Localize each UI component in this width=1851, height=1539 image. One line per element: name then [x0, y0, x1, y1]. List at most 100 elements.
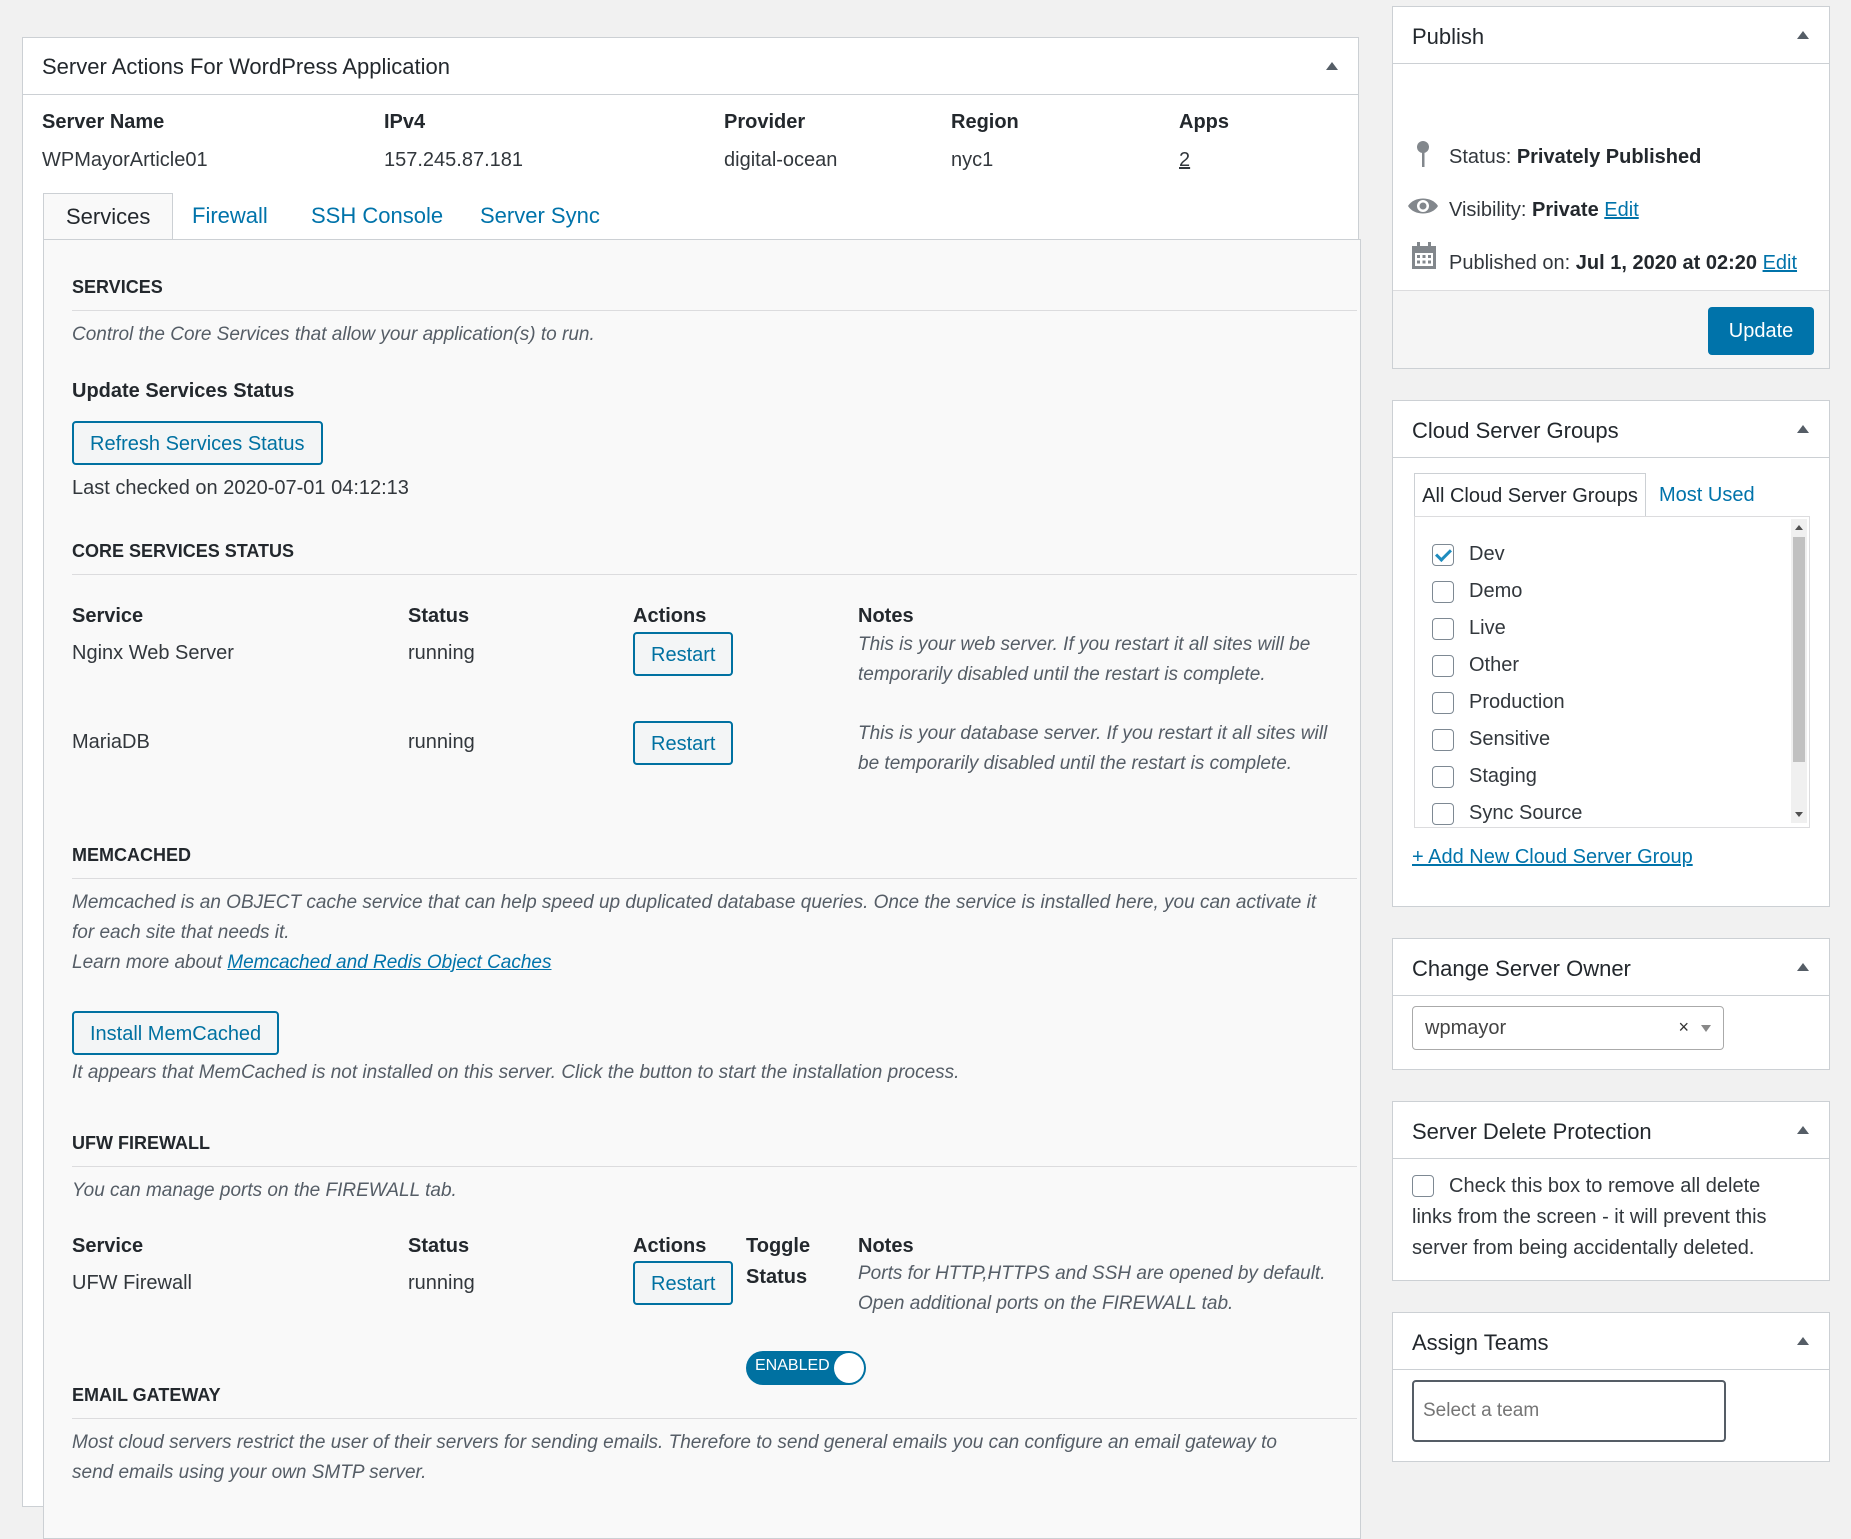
ufw-note-line2: Open additional ports on the FIREWALL ta…	[858, 1293, 1234, 1314]
ufw-service-status: running	[408, 1272, 475, 1294]
nginx-note-line2: temporarily disabled until the restart i…	[858, 664, 1266, 685]
clear-icon[interactable]: ×	[1678, 1017, 1689, 1038]
core-header-notes: Notes	[858, 605, 914, 627]
provider-value: digital-ocean	[724, 149, 838, 171]
col-header-server-name: Server Name	[42, 111, 165, 133]
group-checkbox[interactable]	[1432, 581, 1454, 603]
team-placeholder: Select a team	[1423, 1400, 1540, 1421]
restart-ufw-button[interactable]: Restart	[633, 1261, 734, 1305]
group-label: Production	[1469, 691, 1565, 713]
teams-title: Assign Teams	[1412, 1330, 1549, 1355]
ufw-header-service: Service	[72, 1235, 144, 1257]
published-edit-link[interactable]: Edit	[1763, 252, 1797, 274]
scroll-down-icon[interactable]	[1795, 812, 1803, 817]
tab-firewall[interactable]: Firewall	[192, 193, 268, 239]
delete-protection-checkbox[interactable]	[1412, 1175, 1434, 1197]
assign-teams-box: Assign Teams Select a team	[1392, 1312, 1830, 1462]
group-checkbox[interactable]	[1432, 618, 1454, 640]
published-on-row: Published on: Jul 1, 2020 at 02:20 Edit	[1449, 252, 1797, 275]
install-memcached-button[interactable]: Install MemCached	[72, 1011, 280, 1055]
collapse-toggle-icon[interactable]	[1326, 62, 1338, 70]
group-label: Other	[1469, 654, 1520, 676]
col-header-provider: Provider	[724, 111, 806, 133]
update-button[interactable]: Update	[1708, 307, 1814, 355]
toggle-knob	[834, 1353, 864, 1383]
region-value: nyc1	[951, 149, 994, 171]
ufw-header-toggle-status: Status	[746, 1266, 808, 1288]
divider	[72, 1166, 1357, 1167]
collapse-toggle-icon[interactable]	[1797, 31, 1809, 39]
update-services-heading: Update Services Status	[72, 380, 295, 402]
collapse-toggle-icon[interactable]	[1797, 963, 1809, 971]
learn-more-prefix: Learn more about	[72, 952, 228, 973]
groups-title: Cloud Server Groups	[1412, 418, 1619, 443]
ufw-description: You can manage ports on the FIREWALL tab…	[72, 1180, 457, 1201]
scroll-thumb[interactable]	[1793, 537, 1805, 762]
visibility-value: Private	[1532, 199, 1599, 221]
apps-count-link[interactable]: 2	[1179, 149, 1190, 172]
divider	[72, 878, 1357, 879]
toggle-label: ENABLED	[755, 1357, 830, 1374]
restart-nginx-button[interactable]: Restart	[633, 632, 734, 676]
owner-select[interactable]: wpmayor ×	[1412, 1006, 1724, 1050]
tab-bar: Services Firewall SSH Console Server Syn…	[43, 193, 1339, 240]
memcached-redis-link[interactable]: Memcached and Redis Object Caches	[227, 952, 551, 973]
col-header-region: Region	[951, 111, 1019, 133]
restart-mariadb-button[interactable]: Restart	[633, 721, 734, 765]
memcached-desc-line1: Memcached is an OBJECT cache service tha…	[72, 892, 1317, 913]
visibility-edit-link[interactable]: Edit	[1604, 199, 1638, 221]
col-header-apps: Apps	[1179, 111, 1229, 133]
group-checkbox[interactable]	[1432, 655, 1454, 677]
group-checkbox[interactable]	[1432, 544, 1454, 566]
last-checked-text: Last checked on 2020-07-01 04:12:13	[72, 477, 409, 499]
panel-header: Server Actions For WordPress Application	[23, 38, 1358, 95]
divider	[72, 574, 1357, 575]
service-status-nginx: running	[408, 642, 475, 664]
pin-icon	[1415, 139, 1431, 175]
visibility-label: Visibility:	[1449, 199, 1532, 221]
status-label: Status:	[1449, 146, 1517, 168]
delete-protection-line2: links from the screen - it will prevent …	[1412, 1206, 1767, 1228]
chevron-down-icon[interactable]	[1701, 1025, 1711, 1032]
group-checkbox[interactable]	[1432, 803, 1454, 825]
memcached-desc-line2: for each site that needs it.	[72, 922, 290, 943]
tab-services[interactable]: Services	[43, 193, 174, 240]
ufw-header-notes: Notes	[858, 1235, 914, 1257]
server-name-value: WPMayorArticle01	[42, 149, 208, 171]
calendar-icon	[1411, 242, 1437, 276]
tab-most-used[interactable]: Most Used	[1659, 473, 1755, 517]
status-row: Status: Privately Published	[1449, 146, 1701, 169]
panel-title: Server Actions For WordPress Application	[42, 54, 450, 79]
groups-scrollbar[interactable]	[1791, 519, 1807, 823]
tab-server-sync[interactable]: Server Sync	[480, 193, 600, 239]
team-select-input[interactable]: Select a team	[1412, 1380, 1726, 1442]
published-label: Published on:	[1449, 252, 1576, 274]
delete-protection-line1: Check this box to remove all delete	[1449, 1175, 1761, 1197]
group-checkbox[interactable]	[1432, 766, 1454, 788]
delete-protection-line3: server from being accidentally deleted.	[1412, 1237, 1755, 1259]
group-label: Live	[1469, 617, 1506, 639]
group-checkbox[interactable]	[1432, 729, 1454, 751]
scroll-up-icon[interactable]	[1795, 525, 1803, 530]
add-new-group-link[interactable]: + Add New Cloud Server Group	[1412, 846, 1693, 869]
ufw-note-line1: Ports for HTTP,HTTPS and SSH are opened …	[858, 1263, 1326, 1284]
memcached-install-note: It appears that MemCached is not install…	[72, 1062, 960, 1083]
ufw-enabled-toggle[interactable]: ENABLED	[746, 1351, 866, 1385]
refresh-services-button[interactable]: Refresh Services Status	[72, 421, 323, 465]
divider	[72, 310, 1357, 311]
core-services-title: CORE SERVICES STATUS	[72, 541, 295, 561]
collapse-toggle-icon[interactable]	[1797, 1126, 1809, 1134]
collapse-toggle-icon[interactable]	[1797, 425, 1809, 433]
tab-all-groups[interactable]: All Cloud Server Groups	[1414, 473, 1646, 517]
service-name-nginx: Nginx Web Server	[72, 642, 234, 664]
core-header-actions: Actions	[633, 605, 707, 627]
collapse-toggle-icon[interactable]	[1797, 1337, 1809, 1345]
eye-icon	[1407, 195, 1439, 223]
tab-ssh-console[interactable]: SSH Console	[311, 193, 443, 239]
group-checkbox[interactable]	[1432, 692, 1454, 714]
group-label: Sensitive	[1469, 728, 1551, 750]
services-section-title: SERVICES	[72, 277, 163, 297]
group-label: Demo	[1469, 580, 1523, 602]
group-label: Sync Source	[1469, 802, 1583, 824]
ufw-service-name: UFW Firewall	[72, 1272, 192, 1294]
